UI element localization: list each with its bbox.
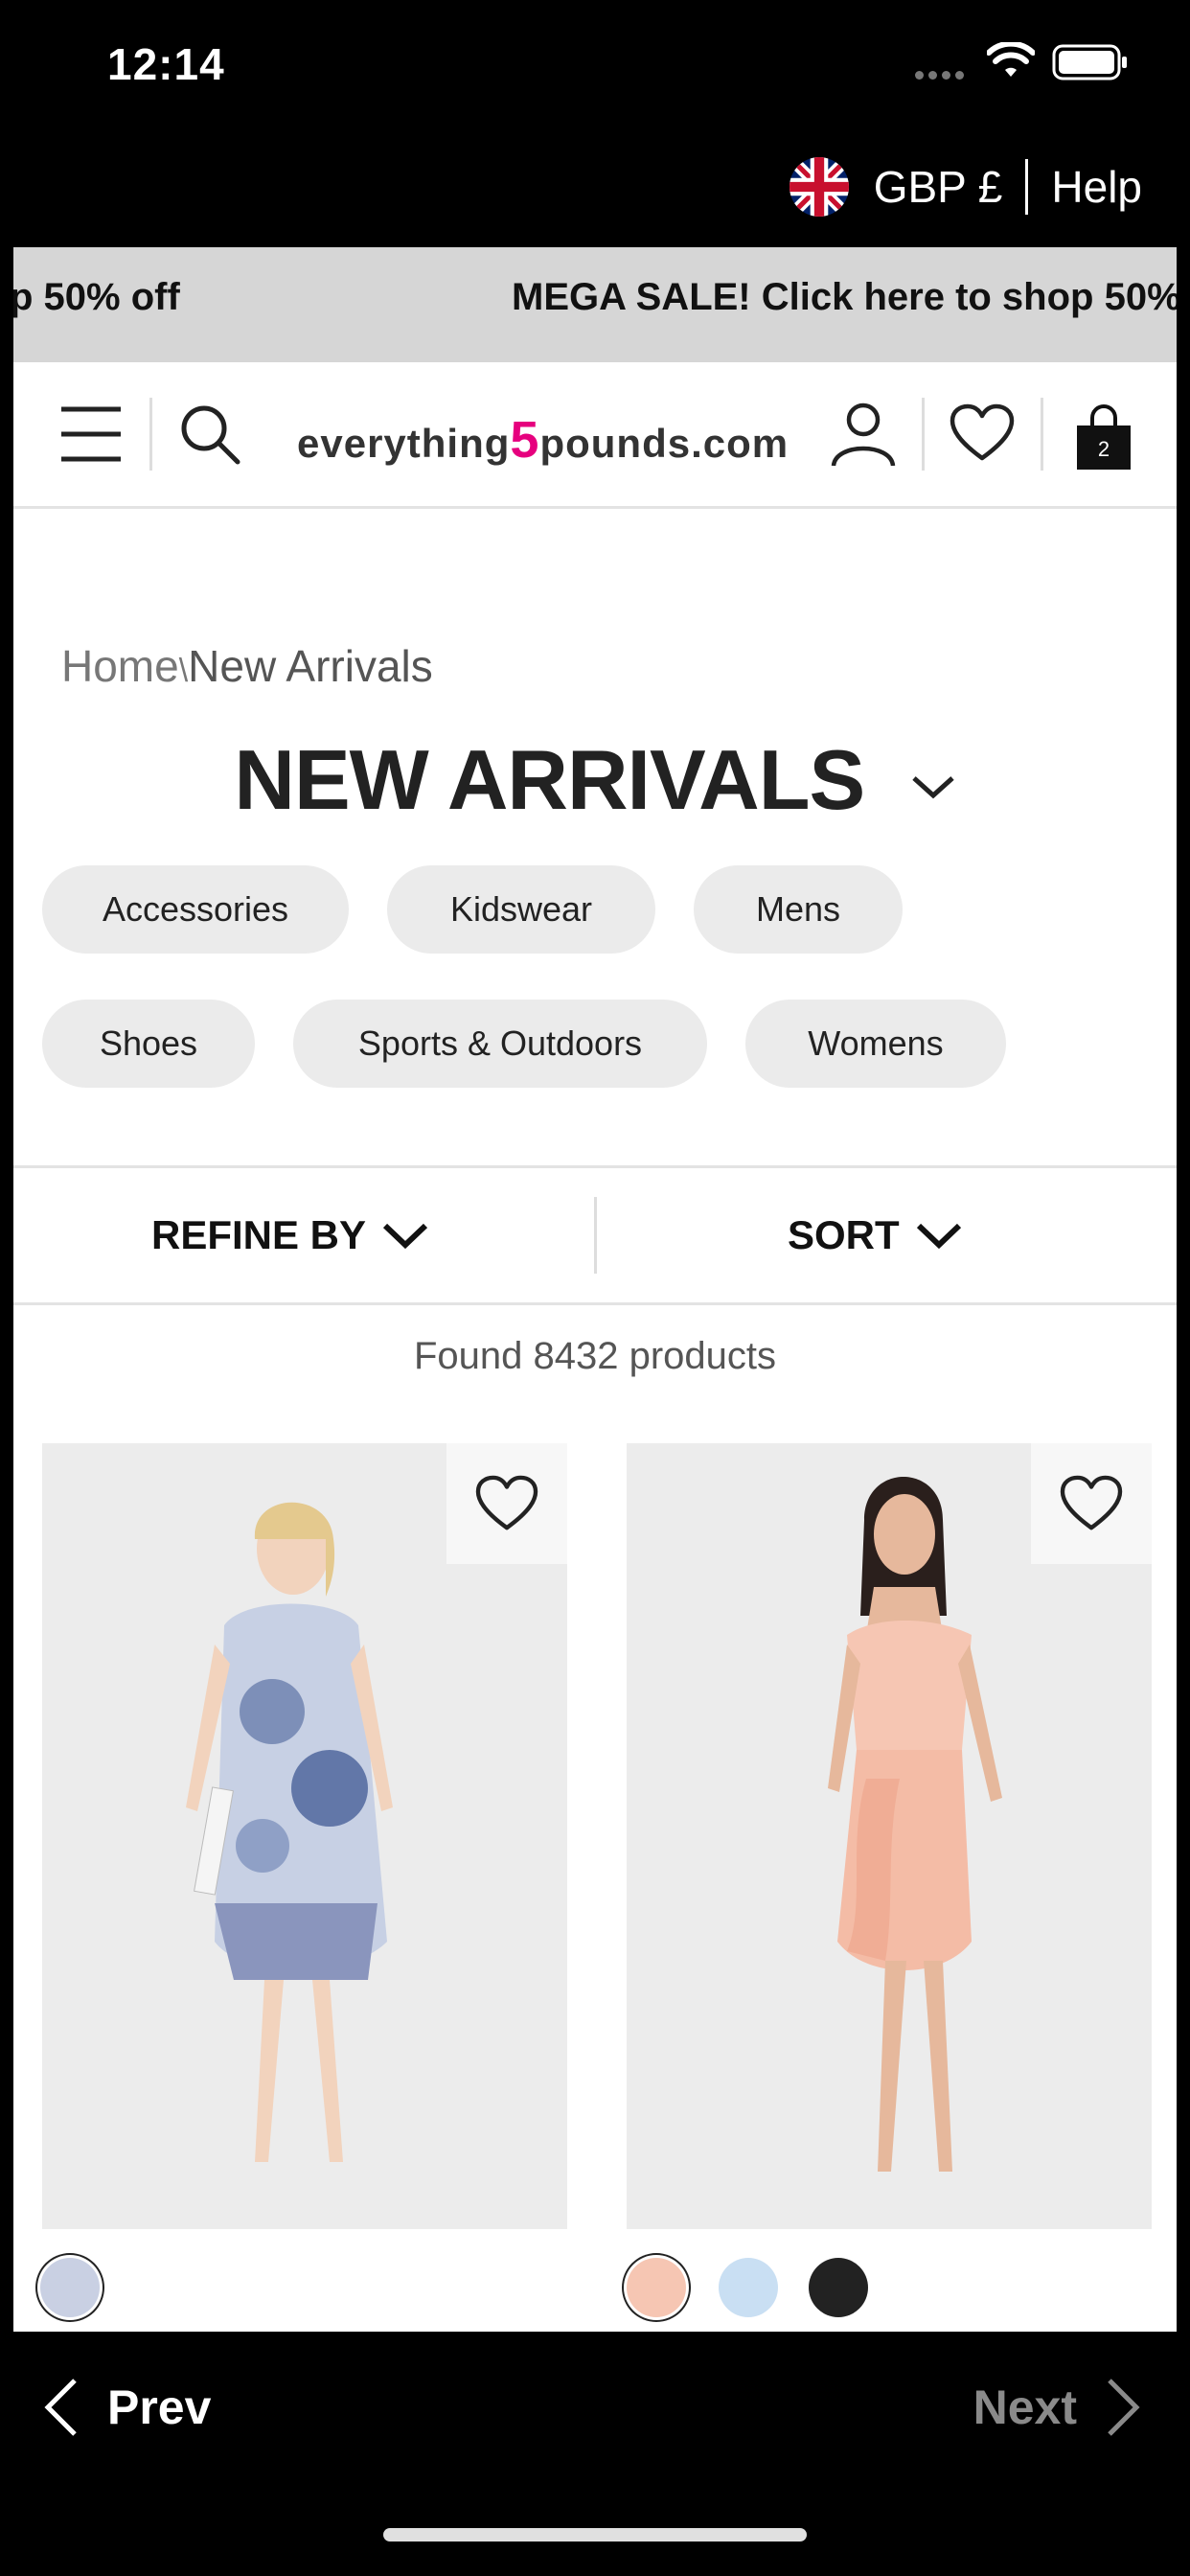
category-chip-mens[interactable]: Mens (694, 865, 903, 954)
divider (1025, 159, 1029, 215)
site-header: everything5pounds.com 2 (13, 362, 1177, 509)
logo-text: everything (297, 421, 511, 466)
site-logo[interactable]: everything5pounds.com (297, 410, 789, 470)
search-icon[interactable] (178, 402, 241, 466)
wishlist-button[interactable] (446, 1443, 567, 1564)
logo-text: pounds.com (539, 421, 790, 466)
breadcrumb-current[interactable]: New Arrivals (188, 641, 433, 691)
uk-flag-icon[interactable] (789, 157, 849, 217)
product-card[interactable] (627, 1443, 1152, 2229)
color-swatch[interactable] (627, 2258, 686, 2317)
divider (922, 398, 925, 471)
home-indicator[interactable] (383, 2528, 807, 2542)
color-swatch[interactable] (719, 2258, 778, 2317)
help-link[interactable]: Help (1051, 161, 1142, 213)
category-chip-shoes[interactable]: Shoes (42, 1000, 255, 1088)
webview: p 50% off MEGA SALE! Click here to shop … (13, 247, 1177, 2332)
category-chip-kidswear[interactable]: Kidswear (387, 865, 655, 954)
filter-bar: REFINE BY SORT (13, 1165, 1177, 1305)
chevron-down-icon (911, 775, 954, 799)
prev-button[interactable]: Prev (42, 2377, 211, 2438)
battery-icon (1052, 44, 1127, 80)
heart-icon (475, 1475, 538, 1530)
heart-icon[interactable] (949, 402, 1016, 464)
status-time: 12:14 (107, 39, 225, 89)
cart-icon[interactable]: 2 (1073, 402, 1134, 472)
cart-count: 2 (1097, 437, 1110, 461)
refine-by-button[interactable]: REFINE BY (151, 1168, 429, 1302)
category-chip-womens[interactable]: Womens (745, 1000, 1006, 1088)
chevron-right-icon (1108, 2379, 1140, 2436)
chevron-left-icon (44, 2379, 77, 2436)
chevron-down-icon (916, 1223, 961, 1250)
currency-selector[interactable]: GBP £ (874, 161, 1003, 213)
sort-label: SORT (788, 1212, 900, 1257)
account-icon[interactable] (830, 401, 897, 468)
promo-text: MEGA SALE! Click here to shop 50% (512, 276, 1177, 318)
color-swatch[interactable] (40, 2258, 100, 2317)
promo-text: p 50% off (13, 276, 180, 318)
sort-button[interactable]: SORT (788, 1168, 963, 1302)
breadcrumb: Home\New Arrivals (61, 640, 433, 692)
page-title[interactable]: NEW ARRIVALS (13, 731, 1177, 829)
category-chip-sports-outdoors[interactable]: Sports & Outdoors (293, 1000, 707, 1088)
chevron-down-icon (382, 1223, 428, 1250)
divider (149, 398, 152, 471)
heart-icon (1060, 1475, 1123, 1530)
prev-label: Prev (107, 2380, 212, 2434)
locale-row: GBP £ Help (789, 153, 1142, 220)
breadcrumb-home[interactable]: Home (61, 641, 179, 691)
divider (594, 1197, 597, 1274)
menu-icon[interactable] (59, 403, 123, 465)
next-label: Next (973, 2380, 1077, 2434)
product-card[interactable] (42, 1443, 567, 2229)
refine-label: REFINE BY (151, 1212, 367, 1257)
signal-icon (915, 67, 969, 84)
wishlist-button[interactable] (1031, 1443, 1152, 1564)
category-chip-accessories[interactable]: Accessories (42, 865, 349, 954)
logo-five: 5 (510, 411, 540, 469)
wifi-icon (987, 42, 1035, 77)
page-title-text: NEW ARRIVALS (234, 732, 865, 827)
color-swatch[interactable] (809, 2258, 868, 2317)
results-count: Found 8432 products (413, 1335, 777, 1377)
next-button[interactable]: Next (973, 2377, 1142, 2438)
breadcrumb-separator: \ (178, 653, 189, 689)
promo-banner[interactable]: p 50% off MEGA SALE! Click here to shop … (13, 247, 1177, 362)
divider (1041, 398, 1043, 471)
